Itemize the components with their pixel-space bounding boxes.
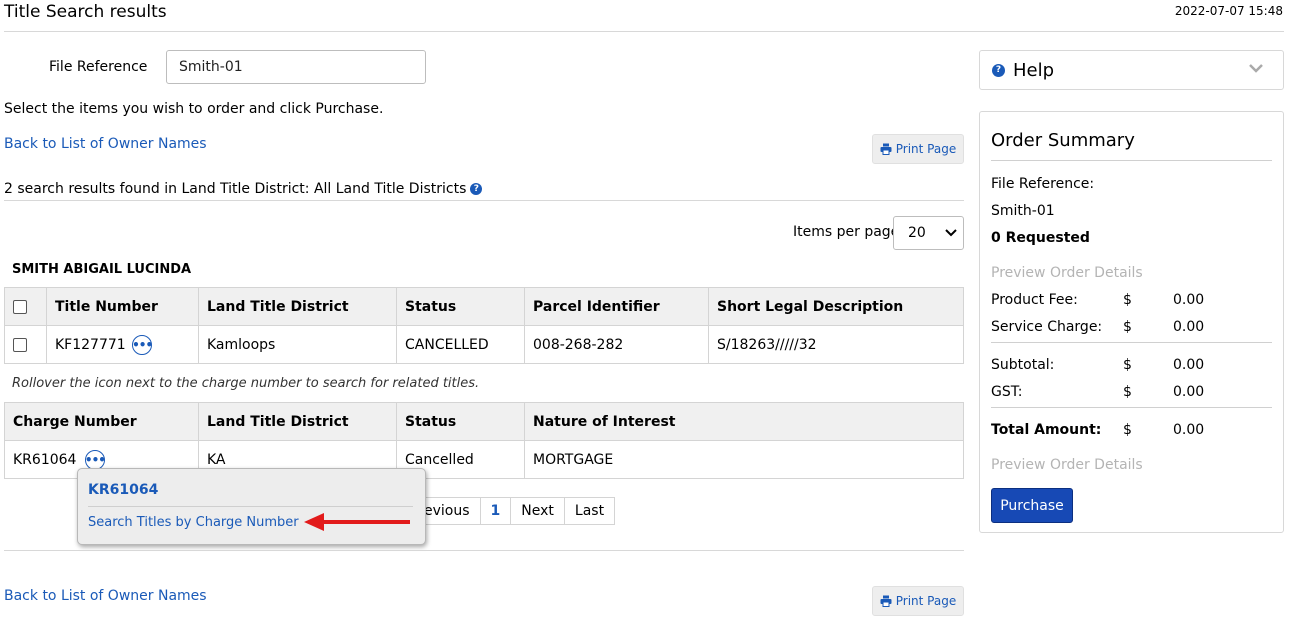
help-label: Help bbox=[1013, 59, 1055, 81]
order-summary-divider bbox=[991, 342, 1272, 343]
subtotal-currency: $ bbox=[1123, 357, 1132, 373]
column-header[interactable]: Status bbox=[396, 287, 525, 326]
popup-divider bbox=[88, 506, 413, 507]
table-header-row: Charge Number Land Title District Status… bbox=[4, 402, 964, 441]
more-options-icon[interactable]: ••• bbox=[132, 334, 153, 355]
service-charge-currency: $ bbox=[1123, 319, 1132, 335]
status-cell: CANCELLED bbox=[396, 325, 525, 364]
owner-name-heading: SMITH ABIGAIL LUCINDA bbox=[12, 262, 192, 277]
print-page-button[interactable]: Print Page bbox=[872, 134, 964, 164]
annotation-arrow bbox=[304, 513, 410, 531]
preview-order-details-link[interactable]: Preview Order Details bbox=[991, 265, 1143, 281]
subtotal-label: Subtotal: bbox=[991, 357, 1055, 373]
column-header[interactable]: Land Title District bbox=[198, 402, 397, 441]
title-number-cell: KF127771 ••• bbox=[46, 325, 199, 364]
gst-label: GST: bbox=[991, 384, 1023, 400]
table-row: KF127771 ••• Kamloops CANCELLED 008-268-… bbox=[4, 325, 964, 364]
pagination-current-page[interactable]: 1 bbox=[479, 497, 512, 525]
printer-icon bbox=[880, 143, 892, 155]
items-per-page-label: Items per page bbox=[793, 224, 900, 240]
column-header[interactable]: Charge Number bbox=[4, 402, 199, 441]
rollover-note: Rollover the icon next to the charge num… bbox=[12, 376, 480, 391]
product-fee-currency: $ bbox=[1123, 292, 1132, 308]
help-question-icon[interactable]: ? bbox=[470, 183, 483, 195]
gst-amount: 0.00 bbox=[1173, 384, 1205, 400]
order-summary-title: Order Summary bbox=[991, 130, 1135, 151]
items-per-page-select[interactable]: 20 bbox=[893, 216, 964, 250]
nature-cell: MORTGAGE bbox=[524, 440, 964, 479]
back-to-owner-names-link[interactable]: Back to List of Owner Names bbox=[4, 588, 207, 604]
table-header-row: Title Number Land Title District Status … bbox=[4, 287, 964, 326]
legal-description-cell: S/18263/////32 bbox=[708, 325, 964, 364]
title-number: KF127771 bbox=[55, 336, 126, 353]
back-to-owner-names-link[interactable]: Back to List of Owner Names bbox=[4, 136, 207, 152]
search-titles-by-charge-link[interactable]: Search Titles by Charge Number bbox=[88, 515, 299, 530]
column-header[interactable]: Short Legal Description bbox=[708, 287, 964, 326]
column-header[interactable]: Land Title District bbox=[198, 287, 397, 326]
district-cell: Kamloops bbox=[198, 325, 397, 364]
chevron-down-icon bbox=[1249, 64, 1263, 73]
print-page-button[interactable]: Print Page bbox=[872, 586, 964, 616]
pagination: evious 1 Next Last bbox=[413, 497, 616, 525]
header-divider bbox=[4, 31, 1284, 32]
preview-order-details-link[interactable]: Preview Order Details bbox=[991, 457, 1143, 473]
requested-count: 0 Requested bbox=[991, 230, 1090, 246]
results-summary: 2 search results found in Land Title Dis… bbox=[4, 181, 483, 197]
column-header[interactable]: Title Number bbox=[46, 287, 199, 326]
timestamp: 2022-07-07 15:48 bbox=[1174, 4, 1283, 18]
row-checkbox[interactable] bbox=[13, 337, 27, 352]
pagination-next[interactable]: Next bbox=[510, 497, 565, 525]
column-header[interactable]: Nature of Interest bbox=[524, 402, 964, 441]
file-reference-input[interactable] bbox=[166, 50, 426, 84]
gst-currency: $ bbox=[1123, 384, 1132, 400]
instruction-text: Select the items you wish to order and c… bbox=[4, 101, 384, 117]
pagination-last[interactable]: Last bbox=[563, 497, 616, 525]
total-amount-label: Total Amount: bbox=[991, 422, 1102, 438]
results-divider bbox=[4, 200, 964, 201]
purchase-button[interactable]: Purchase bbox=[991, 488, 1073, 523]
order-file-ref-label: File Reference: bbox=[991, 176, 1095, 192]
product-fee-amount: 0.00 bbox=[1173, 292, 1205, 308]
print-page-label: Print Page bbox=[895, 594, 957, 608]
total-currency: $ bbox=[1123, 422, 1132, 438]
more-options-icon[interactable]: ••• bbox=[84, 449, 106, 470]
select-all-cell bbox=[4, 287, 47, 326]
select-all-checkbox[interactable] bbox=[13, 299, 27, 314]
service-charge-amount: 0.00 bbox=[1173, 319, 1205, 335]
order-summary-divider bbox=[991, 160, 1272, 161]
page-title: Title Search results bbox=[4, 2, 167, 22]
popup-title: KR61064 bbox=[88, 482, 159, 498]
row-select-cell bbox=[4, 325, 47, 364]
file-reference-label: File Reference bbox=[49, 59, 148, 75]
titles-table: Title Number Land Title District Status … bbox=[4, 287, 964, 364]
order-summary-panel: Order Summary File Reference: Smith-01 0… bbox=[979, 111, 1284, 533]
print-page-label: Print Page bbox=[895, 142, 957, 156]
column-header[interactable]: Status bbox=[396, 402, 525, 441]
column-header[interactable]: Parcel Identifier bbox=[524, 287, 709, 326]
results-summary-text: 2 search results found in Land Title Dis… bbox=[4, 181, 467, 197]
service-charge-label: Service Charge: bbox=[991, 319, 1103, 335]
total-amount: 0.00 bbox=[1173, 422, 1205, 438]
help-panel[interactable]: ? Help bbox=[979, 50, 1284, 90]
bottom-divider bbox=[4, 550, 964, 551]
charge-number: KR61064 bbox=[13, 451, 77, 468]
printer-icon bbox=[880, 595, 892, 607]
subtotal-amount: 0.00 bbox=[1173, 357, 1205, 373]
product-fee-label: Product Fee: bbox=[991, 292, 1078, 308]
pid-cell: 008-268-282 bbox=[524, 325, 709, 364]
order-file-ref-value: Smith-01 bbox=[991, 203, 1055, 219]
chevron-down-icon bbox=[945, 229, 957, 237]
items-per-page-value: 20 bbox=[908, 225, 926, 241]
order-summary-divider bbox=[991, 407, 1272, 408]
help-question-icon: ? bbox=[992, 63, 1005, 77]
